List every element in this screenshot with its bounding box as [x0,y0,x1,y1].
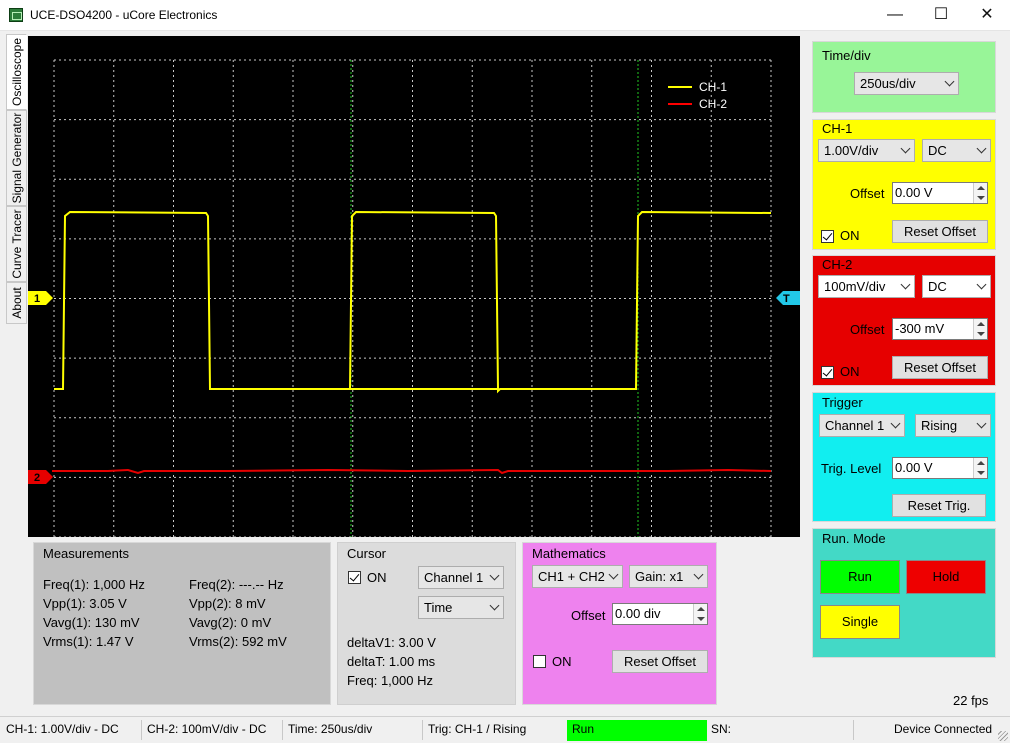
vrms1-value: Vrms(1): 1.47 V [43,634,134,649]
scope-display[interactable]: 1 2 T CH-1 CH-2 [28,36,800,537]
math-gain-select[interactable]: Gain: x1 [629,565,708,588]
ch2-marker[interactable]: 2 [28,470,53,484]
hold-button[interactable]: Hold [906,560,986,594]
math-offset-label: Offset [571,608,606,623]
vavg1-value: Vavg(1): 130 mV [43,615,140,630]
ch1-offset-label: Offset [850,186,885,201]
tab-curve-tracer[interactable]: Curve Tracer [6,206,27,282]
ch2-offset-input[interactable]: -300 mV [892,318,988,340]
ch2-on-label: ON [840,364,860,379]
title-bar: UCE-DSO4200 - uCore Electronics — ☐ ✕ [0,0,1010,31]
status-run-label: Run [572,722,595,736]
scope-grid [53,59,772,537]
vavg2-value: Vavg(2): 0 mV [189,615,272,630]
measurements-panel: Measurements Freq(1): 1,000 Hz Vpp(1): 3… [33,542,331,705]
trigger-panel: Trigger Channel 1 Rising Trig. Level 0.0… [812,392,996,522]
fps-counter: 22 fps [953,693,989,708]
status-ch2: CH-2: 100mV/div - DC [147,722,267,736]
status-connection: Device Connected [894,722,993,736]
ch1-panel: CH-1 1.00V/div DC Offset 0.00 V ON Reset… [812,119,996,250]
math-title: Mathematics [532,546,606,561]
legend-ch1: CH-1 [668,78,727,95]
measurements-title: Measurements [43,546,129,561]
svg-text:1: 1 [34,293,40,305]
timediv-title: Time/div [822,48,871,63]
tab-signal-generator[interactable]: Signal Generator [6,110,27,206]
trigger-title: Trigger [822,395,863,410]
cursor-channel-select[interactable]: Channel 1 [418,566,504,589]
ch1-marker[interactable]: 1 [28,291,53,305]
cursor-panel: Cursor ON Channel 1 Time deltaV1: 3.00 V… [337,542,516,705]
ch2-on-checkbox[interactable] [821,366,834,379]
scope-legend: CH-1 CH-2 [668,78,727,112]
ch1-on-checkbox[interactable] [821,230,834,243]
vpp1-value: Vpp(1): 3.05 V [43,596,127,611]
svg-text:2: 2 [34,472,40,484]
trigger-source-select[interactable]: Channel 1 [819,414,905,437]
ch2-panel: CH-2 100mV/div DC Offset -300 mV ON Rese… [812,255,996,386]
cursor-on-label: ON [367,570,387,585]
cursor-title: Cursor [347,546,387,561]
cursor-on-checkbox[interactable] [348,571,361,584]
ch2-coupling-select[interactable]: DC [922,275,991,298]
trigger-marker[interactable]: T [776,291,800,305]
reset-trigger-button[interactable]: Reset Trig. [892,494,986,517]
ch2-offset-label: Offset [850,322,885,337]
status-time: Time: 250us/div [288,722,373,736]
vpp2-value: Vpp(2): 8 mV [189,596,266,611]
timediv-select[interactable]: 250us/div [854,72,959,95]
freq1-value: Freq(1): 1,000 Hz [43,577,145,592]
status-run-indicator: Run [567,720,707,741]
ch2-trace [52,468,772,475]
ch1-offset-input[interactable]: 0.00 V [892,182,988,204]
single-button[interactable]: Single [820,605,900,639]
status-ch1: CH-1: 1.00V/div - DC [6,722,119,736]
runmode-title: Run. Mode [822,531,886,546]
cursor-mode-select[interactable]: Time [418,596,504,619]
resize-grip[interactable] [998,731,1008,741]
ch1-volts-select[interactable]: 1.00V/div [818,139,915,162]
ch1-on-label: ON [840,228,860,243]
status-trigger: Trig: CH-1 / Rising [428,722,527,736]
trigger-level-label: Trig. Level [821,461,882,476]
vrms2-value: Vrms(2): 592 mV [189,634,287,649]
legend-ch2: CH-2 [668,95,727,112]
run-button[interactable]: Run [820,560,900,594]
ch2-title: CH-2 [822,257,853,272]
tab-oscilloscope[interactable]: Oscilloscope [6,34,27,110]
math-reset-offset-button[interactable]: Reset Offset [612,650,708,673]
timediv-panel: Time/div 250us/div [812,41,996,113]
tab-about[interactable]: About [6,282,27,324]
status-bar: CH-1: 1.00V/div - DC CH-2: 100mV/div - D… [0,716,1010,743]
minimize-button[interactable]: — [872,0,918,31]
ch1-coupling-select[interactable]: DC [922,139,991,162]
freq2-value: Freq(2): ---.-- Hz [189,577,284,592]
app-icon [9,8,23,22]
status-sn: SN: [711,722,732,736]
trigger-edge-select[interactable]: Rising [915,414,991,437]
cursor-deltav1: deltaV1: 3.00 V [347,635,436,650]
ch1-reset-offset-button[interactable]: Reset Offset [892,220,988,243]
cursor-deltat: deltaT: 1.00 ms [347,654,436,669]
main-tabs: Oscilloscope Signal Generator Curve Trac… [6,34,27,329]
close-button[interactable]: ✕ [964,0,1010,31]
cursor-freq: Freq: 1,000 Hz [347,673,433,688]
math-offset-input[interactable]: 0.00 div [612,603,708,625]
math-op-select[interactable]: CH1 + CH2 [532,565,623,588]
window-title: UCE-DSO4200 - uCore Electronics [30,8,218,22]
math-on-checkbox[interactable] [533,655,546,668]
svg-text:T: T [783,293,790,305]
math-panel: Mathematics CH1 + CH2 Gain: x1 Offset 0.… [522,542,717,705]
ch2-volts-select[interactable]: 100mV/div [818,275,915,298]
trigger-level-input[interactable]: 0.00 V [892,457,988,479]
runmode-panel: Run. Mode Run Hold Single [812,528,996,658]
maximize-button[interactable]: ☐ [918,0,964,31]
ch2-reset-offset-button[interactable]: Reset Offset [892,356,988,379]
math-on-label: ON [552,654,572,669]
ch1-title: CH-1 [822,121,853,136]
